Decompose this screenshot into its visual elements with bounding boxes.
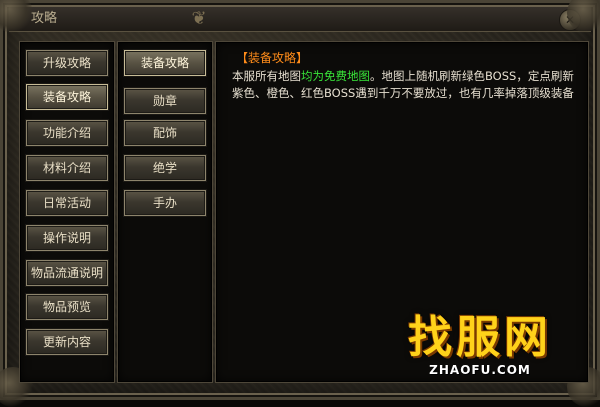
content-text: 本服所有地图: [232, 69, 301, 83]
content-body: 本服所有地图均为免费地图。地图上随机刷新绿色BOSS，定点刷新紫色、橙色、红色B…: [232, 68, 578, 102]
category-button-materials[interactable]: 材料介绍: [26, 155, 108, 181]
category-panel: 升级攻略 装备攻略 功能介绍 材料介绍 日常活动 操作说明 物品流通说明 物品预…: [19, 41, 115, 383]
window-title: 攻略: [31, 11, 58, 26]
category-button-features[interactable]: 功能介绍: [26, 120, 108, 146]
category-button-item-preview[interactable]: 物品预览: [26, 294, 108, 320]
content-highlight: 均为免费地图: [301, 69, 370, 83]
category-button-daily[interactable]: 日常活动: [26, 190, 108, 216]
title-bar: 攻略 ❦ ✕: [9, 7, 591, 32]
guide-window: 攻略 ❦ ✕ 升级攻略 装备攻略 功能介绍 材料介绍 日常活动 操作说明 物品流…: [0, 0, 600, 407]
title-ornament-icon: ❦: [191, 8, 207, 29]
category-button-controls[interactable]: 操作说明: [26, 225, 108, 251]
category-button-item-trade[interactable]: 物品流通说明: [26, 260, 108, 286]
category-button-equipment[interactable]: 装备攻略: [26, 84, 108, 110]
subcategory-button-medal[interactable]: 勋章: [124, 88, 206, 114]
watermark-title: 找服网: [408, 312, 552, 363]
watermark-logo: 找服网 ZHAOFU.COM: [385, 312, 575, 378]
subcategory-button-figure[interactable]: 手办: [124, 190, 206, 216]
category-button-updates[interactable]: 更新内容: [26, 329, 108, 355]
watermark-url: ZHAOFU.COM: [429, 363, 531, 377]
subcategory-button-accessory[interactable]: 配饰: [124, 120, 206, 146]
subcategory-button-equipment[interactable]: 装备攻略: [124, 50, 206, 76]
subcategory-panel: 装备攻略 勋章 配饰 绝学 手办: [117, 41, 213, 383]
content-title: 【装备攻略】: [236, 51, 309, 65]
category-button-upgrade[interactable]: 升级攻略: [26, 50, 108, 76]
subcategory-button-skill[interactable]: 绝学: [124, 155, 206, 181]
